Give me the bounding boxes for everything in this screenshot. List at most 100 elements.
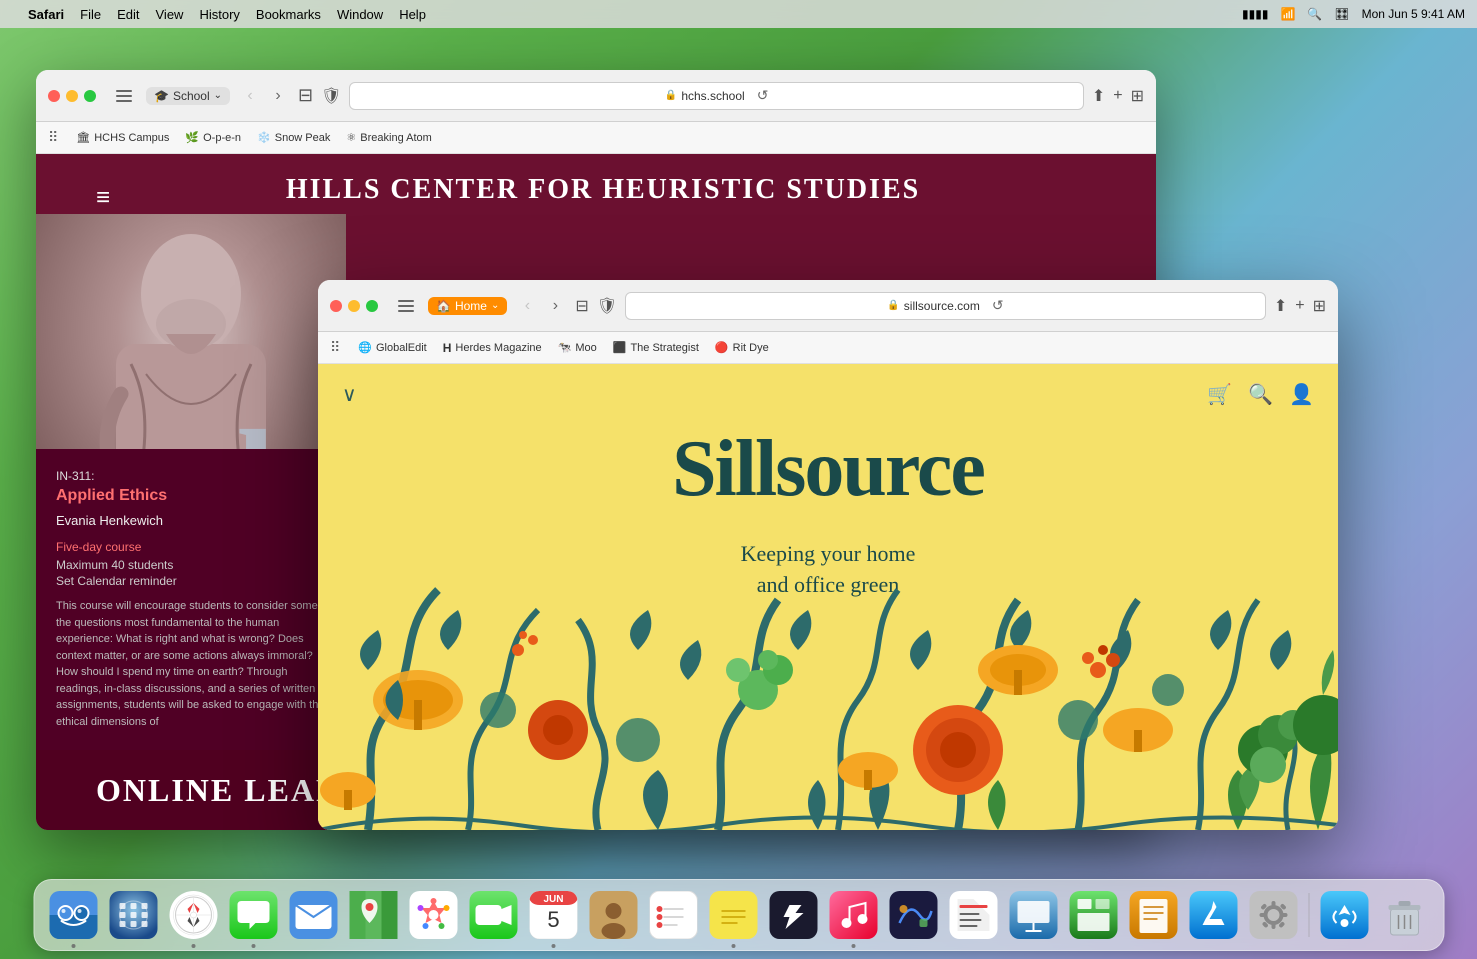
shield-button-front[interactable]: 🛡 — [597, 296, 617, 316]
nav-chevron-down[interactable]: ∨ — [342, 382, 357, 407]
minimize-button[interactable] — [66, 90, 78, 102]
bookmark-breakingatom[interactable]: ⚛ Breaking Atom — [340, 129, 437, 146]
dock-music[interactable] — [826, 888, 880, 942]
back-button[interactable]: ‹ — [238, 84, 262, 108]
dock-mail[interactable] — [286, 888, 340, 942]
bookmark-open[interactable]: 🌿 O-p-e-n — [179, 129, 247, 146]
menu-help[interactable]: Help — [399, 7, 426, 22]
dock: JUN 5 — [33, 879, 1444, 951]
home-icon: 🏠 — [436, 299, 451, 313]
bookmark-herdes[interactable]: H Herdes Magazine — [437, 339, 548, 357]
bookmark-moo-label: Moo — [575, 342, 596, 354]
menu-window[interactable]: Window — [337, 7, 383, 22]
dock-airdrop[interactable] — [1317, 888, 1371, 942]
dock-numbers[interactable] — [1066, 888, 1120, 942]
control-center-icon[interactable]: 🎛 — [1334, 7, 1349, 21]
share-button-front[interactable]: ⬆ — [1274, 296, 1287, 316]
sidebar-toggle-front[interactable] — [392, 296, 420, 316]
dock-reminders[interactable] — [646, 888, 700, 942]
course-detail-2[interactable]: Set Calendar reminder — [56, 574, 331, 588]
bookmark-strategist[interactable]: ⬛ The Strategist — [607, 339, 705, 356]
close-button[interactable] — [48, 90, 60, 102]
dock-photos[interactable] — [406, 888, 460, 942]
dock-contacts[interactable] — [586, 888, 640, 942]
address-bar-back[interactable]: 🔒 hchs.school ↺ — [349, 82, 1083, 110]
bookmark-hchs-label: HCHS Campus — [94, 132, 169, 144]
toolbar-actions-back: ⬆ + ⊞ — [1092, 86, 1144, 106]
bookmark-snowpeak[interactable]: ❄️ Snow Peak — [251, 129, 336, 146]
bookmark-hchs[interactable]: 🏛 HCHS Campus — [70, 129, 175, 146]
forward-button-front[interactable]: › — [543, 294, 567, 318]
dock-freeform[interactable] — [886, 888, 940, 942]
reload-button-front[interactable]: ↺ — [992, 297, 1004, 314]
sidebar-list-button[interactable]: ⊟ — [298, 85, 313, 106]
dock-trash[interactable] — [1377, 888, 1431, 942]
tab-group-front[interactable]: 🏠 Home ⌄ — [428, 297, 507, 315]
forward-button[interactable]: › — [266, 84, 290, 108]
search-menubar-icon[interactable]: 🔍 — [1307, 7, 1322, 21]
new-tab-button[interactable]: + — [1113, 87, 1122, 105]
dock-keynote[interactable] — [1006, 888, 1060, 942]
menu-history[interactable]: History — [199, 7, 239, 22]
bookmark-globaledit[interactable]: 🌐 GlobalEdit — [352, 339, 432, 356]
sidebar-toggle[interactable] — [110, 86, 138, 106]
breakingatom-favicon: ⚛ — [346, 131, 356, 144]
dock-active-dot-cal — [551, 944, 555, 948]
minimize-button-front[interactable] — [348, 300, 360, 312]
menu-view[interactable]: View — [156, 7, 184, 22]
maximize-button-front[interactable] — [366, 300, 378, 312]
dock-appletv[interactable] — [766, 888, 820, 942]
dock-notes[interactable] — [706, 888, 760, 942]
hamburger-menu[interactable]: ≡ — [96, 184, 110, 212]
dock-appstore[interactable] — [1186, 888, 1240, 942]
dock-systemprefs[interactable] — [1246, 888, 1300, 942]
back-button-front[interactable]: ‹ — [515, 294, 539, 318]
shield-button[interactable]: 🛡 — [321, 86, 341, 106]
course-sidebar: IN-311: Applied Ethics Evania Henkewich … — [36, 449, 351, 750]
dock-maps[interactable] — [346, 888, 400, 942]
appletv-icon — [769, 891, 817, 939]
tab-group-back[interactable]: 🎓 School ⌄ — [146, 87, 230, 105]
bookmark-moo[interactable]: 🐄 Moo — [552, 339, 603, 356]
tabs-button[interactable]: ⊞ — [1131, 86, 1144, 106]
menu-edit[interactable]: Edit — [117, 7, 139, 22]
dock-safari[interactable] — [166, 888, 220, 942]
menubar: Safari File Edit View History Bookmarks … — [0, 0, 1477, 28]
close-button-front[interactable] — [330, 300, 342, 312]
grid-dots-front-icon[interactable]: ⠿ — [330, 339, 340, 356]
dock-active-dot-safari — [191, 944, 195, 948]
traffic-lights-back[interactable] — [48, 90, 96, 102]
notch-button[interactable]: ⊟ — [575, 296, 588, 316]
messages-icon — [229, 891, 277, 939]
cart-icon[interactable]: 🛒 — [1207, 382, 1232, 407]
lock-icon-front: 🔒 — [887, 300, 899, 311]
menu-safari[interactable]: Safari — [28, 7, 64, 22]
grid-dots-icon[interactable]: ⠿ — [48, 129, 58, 146]
search-icon[interactable]: 🔍 — [1248, 382, 1273, 407]
reminders-icon — [649, 891, 697, 939]
account-icon[interactable]: 👤 — [1289, 382, 1314, 407]
bookmarks-bar-back: ⠿ 🏛 HCHS Campus 🌿 O-p-e-n ❄️ Snow Peak ⚛… — [36, 122, 1156, 154]
reload-button-back[interactable]: ↺ — [757, 87, 769, 104]
menubar-right: ▮▮▮▮ 📶 🔍 🎛 Mon Jun 5 9:41 AM — [1242, 7, 1465, 21]
dock-messages[interactable] — [226, 888, 280, 942]
traffic-lights-front[interactable] — [330, 300, 378, 312]
course-link[interactable]: Five-day course — [56, 540, 331, 554]
address-bar-front[interactable]: 🔒 sillsource.com ↺ — [625, 292, 1266, 320]
hchs-title: HILLS CENTER FOR HEURISTIC STUDIES — [110, 174, 1096, 206]
dock-news[interactable] — [946, 888, 1000, 942]
course-name: Applied Ethics — [56, 487, 331, 505]
dock-launchpad[interactable] — [106, 888, 160, 942]
new-tab-button-front[interactable]: + — [1295, 297, 1304, 315]
maximize-button[interactable] — [84, 90, 96, 102]
tabs-button-front[interactable]: ⊞ — [1313, 296, 1326, 316]
dock-facetime[interactable] — [466, 888, 520, 942]
menu-bookmarks[interactable]: Bookmarks — [256, 7, 321, 22]
bookmark-ritdye[interactable]: 🔴 Rit Dye — [709, 339, 775, 356]
share-button[interactable]: ⬆ — [1092, 86, 1105, 106]
dock-pages[interactable] — [1126, 888, 1180, 942]
course-instructor: Evania Henkewich — [56, 513, 331, 528]
dock-finder[interactable] — [46, 888, 100, 942]
dock-calendar[interactable]: JUN 5 — [526, 888, 580, 942]
menu-file[interactable]: File — [80, 7, 101, 22]
